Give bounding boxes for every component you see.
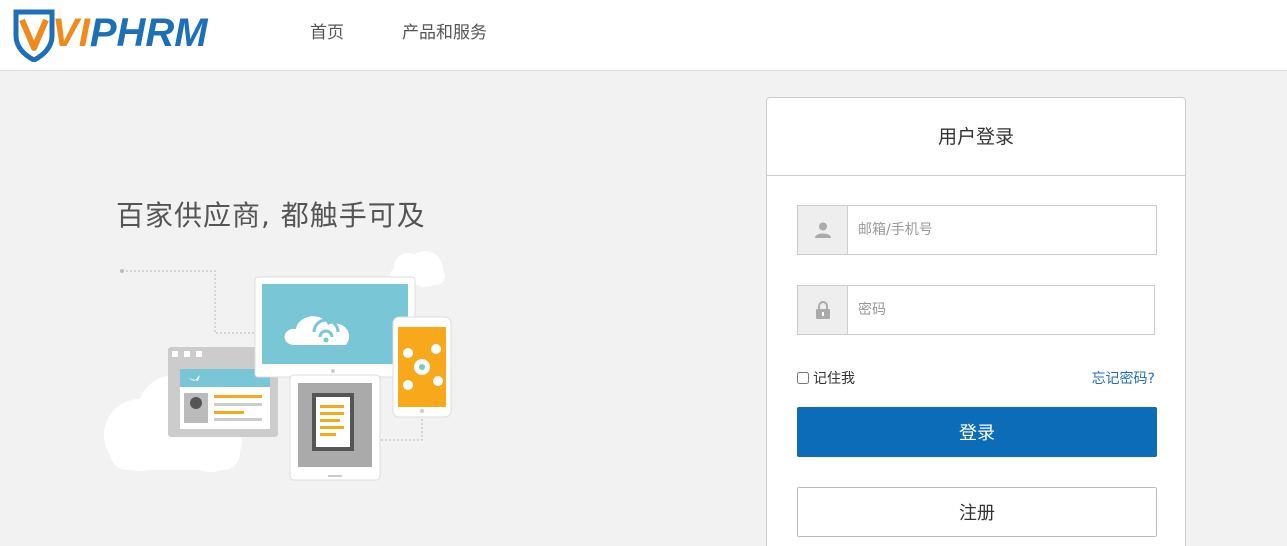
login-button[interactable]: 登录 — [797, 407, 1157, 457]
logo-wordmark: VIPHRM — [52, 11, 208, 55]
email-field-group — [797, 205, 1157, 255]
viphrm-logo[interactable]: VIPHRM — [12, 6, 212, 62]
login-panel: 用户登录 记住我 忘记密码? 登录 注册 — [766, 97, 1186, 546]
nav-item-products-services[interactable]: 产品和服务 — [402, 22, 487, 44]
lock-icon — [798, 286, 848, 334]
remember-me-checkbox[interactable] — [797, 372, 809, 384]
remember-me[interactable]: 记住我 — [797, 368, 855, 388]
hero-slogan: 百家供应商, 都触手可及 — [116, 199, 426, 232]
phone-network-icon — [392, 316, 452, 418]
monitor-cloud-icon — [254, 276, 416, 378]
email-input[interactable] — [848, 206, 1156, 254]
register-button[interactable]: 注册 — [797, 487, 1157, 537]
forgot-password-link[interactable]: 忘记密码? — [1092, 368, 1155, 388]
password-field-group — [797, 285, 1155, 335]
tablet-document-icon — [289, 374, 381, 481]
top-header: VIPHRM 首页 产品和服务 — [0, 0, 1287, 71]
user-icon — [798, 206, 848, 254]
password-input[interactable] — [848, 286, 1154, 334]
login-title: 用户登录 — [767, 98, 1185, 176]
main-nav: 首页 产品和服务 — [310, 22, 545, 44]
nav-item-home[interactable]: 首页 — [310, 22, 344, 44]
remember-me-label: 记住我 — [813, 371, 855, 387]
devices-cloud-illustration — [104, 251, 452, 481]
